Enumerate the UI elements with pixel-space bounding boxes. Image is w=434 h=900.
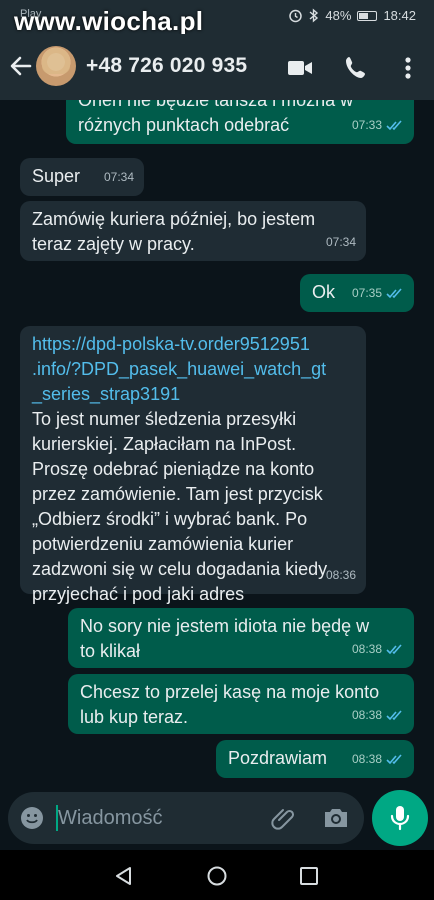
read-ticks-icon bbox=[386, 710, 402, 721]
message-text: No sory nie jestem idiota nie będę w bbox=[80, 616, 370, 636]
battery-icon bbox=[357, 10, 378, 21]
read-ticks-icon bbox=[386, 754, 402, 765]
message-text: zadzwoni się w celu dogadania kiedy bbox=[32, 559, 328, 579]
message-input[interactable]: Wiadomość bbox=[58, 807, 162, 830]
system-nav-bar bbox=[0, 850, 434, 900]
message-text: „Odbierz środki” i wybrać bank. Po bbox=[32, 509, 308, 529]
read-ticks-icon bbox=[386, 120, 402, 131]
message-time: 07:33 bbox=[351, 118, 382, 132]
message-meta: 07:35 bbox=[352, 281, 404, 306]
message-composer: Wiadomość bbox=[8, 792, 364, 844]
message-text: Ohen nie będzie tańsza i można w bbox=[78, 100, 354, 110]
clock: 18:42 bbox=[383, 8, 416, 23]
message-text: przez zamówienie. Tam jest przycisk bbox=[32, 484, 323, 504]
message-time: 08:38 bbox=[351, 752, 382, 766]
emoji-icon[interactable] bbox=[20, 806, 44, 830]
avatar[interactable] bbox=[36, 46, 76, 86]
message-text: To jest numer śledzenia przesyłki bbox=[32, 409, 297, 429]
phone-icon[interactable] bbox=[342, 54, 370, 82]
message-outgoing[interactable]: Chcesz to przelej kasę na moje konto lub… bbox=[68, 674, 414, 734]
message-time: 07:35 bbox=[351, 286, 382, 300]
message-text: Proszę odebrać pieniądze na konto bbox=[32, 459, 315, 479]
read-ticks-icon bbox=[386, 288, 402, 299]
message-text: potwierdzeniu zamówienia kurier bbox=[32, 534, 294, 554]
bluetooth-icon bbox=[309, 8, 319, 23]
contact-name[interactable]: +48 726 020 935 bbox=[86, 54, 247, 78]
message-meta: 07:34 bbox=[104, 165, 134, 190]
message-meta: 07:33 bbox=[352, 113, 404, 138]
nav-recents-icon[interactable] bbox=[298, 865, 320, 887]
message-text: Chcesz to przelej kasę na moje konto bbox=[80, 682, 380, 702]
message-link[interactable]: _series_strap3191 bbox=[32, 382, 354, 407]
message-outgoing[interactable]: Ohen nie będzie tańsza i można w różnych… bbox=[66, 100, 414, 144]
status-icons: 48% 18:42 bbox=[288, 8, 416, 23]
message-text: teraz zajęty w pracy. bbox=[32, 234, 195, 254]
nav-home-icon[interactable] bbox=[206, 865, 228, 887]
message-text: kurierskiej. Zapłaciłam na InPost. bbox=[32, 434, 297, 454]
nav-back-icon[interactable] bbox=[113, 865, 135, 887]
message-link[interactable]: https://dpd-polska-tv.order9512951 bbox=[32, 332, 354, 357]
message-meta: 08:38 bbox=[352, 703, 404, 728]
status-bar: Play www.wiocha.pl 48% 18:42 bbox=[0, 0, 434, 36]
video-call-icon[interactable] bbox=[286, 54, 314, 82]
camera-icon[interactable] bbox=[322, 805, 350, 831]
message-outgoing[interactable]: Pozdrawiam 08:38 bbox=[216, 740, 414, 778]
message-outgoing[interactable]: No sory nie jestem idiota nie będę w to … bbox=[68, 608, 414, 668]
message-outgoing[interactable]: Ok 07:35 bbox=[300, 274, 414, 312]
attach-icon[interactable] bbox=[270, 804, 298, 832]
battery-percent: 48% bbox=[325, 8, 352, 23]
message-meta: 08:38 bbox=[352, 747, 404, 772]
message-text: przyjechać i pod jaki adres bbox=[32, 584, 245, 604]
back-arrow-icon[interactable] bbox=[8, 52, 34, 80]
message-meta: 07:34 bbox=[326, 230, 356, 255]
chat-header: +48 726 020 935 bbox=[0, 34, 434, 100]
message-incoming[interactable]: Zamówię kuriera później, bo jestem teraz… bbox=[20, 201, 366, 261]
message-list[interactable]: Ohen nie będzie tańsza i można w różnych… bbox=[0, 100, 434, 788]
more-vert-icon[interactable] bbox=[394, 54, 422, 82]
mic-button[interactable] bbox=[372, 790, 428, 846]
read-ticks-icon bbox=[386, 644, 402, 655]
watermark: www.wiocha.pl bbox=[14, 6, 204, 36]
message-time: 08:38 bbox=[351, 642, 382, 656]
message-meta: 08:38 bbox=[352, 637, 404, 662]
message-link[interactable]: .info/?DPD_pasek_huawei_watch_gt bbox=[32, 357, 354, 382]
message-meta: 08:36 bbox=[326, 563, 356, 588]
message-text: Zamówię kuriera później, bo jestem bbox=[32, 209, 316, 229]
message-time: 08:36 bbox=[325, 568, 356, 582]
message-incoming[interactable]: https://dpd-polska-tv.order9512951 .info… bbox=[20, 326, 366, 604]
message-time: 07:34 bbox=[325, 235, 356, 249]
mic-icon bbox=[390, 806, 410, 831]
message-time: 08:38 bbox=[351, 708, 382, 722]
message-incoming[interactable]: Super 07:34 bbox=[20, 158, 144, 196]
message-time: 07:34 bbox=[103, 170, 134, 184]
alarm-icon bbox=[289, 9, 303, 23]
